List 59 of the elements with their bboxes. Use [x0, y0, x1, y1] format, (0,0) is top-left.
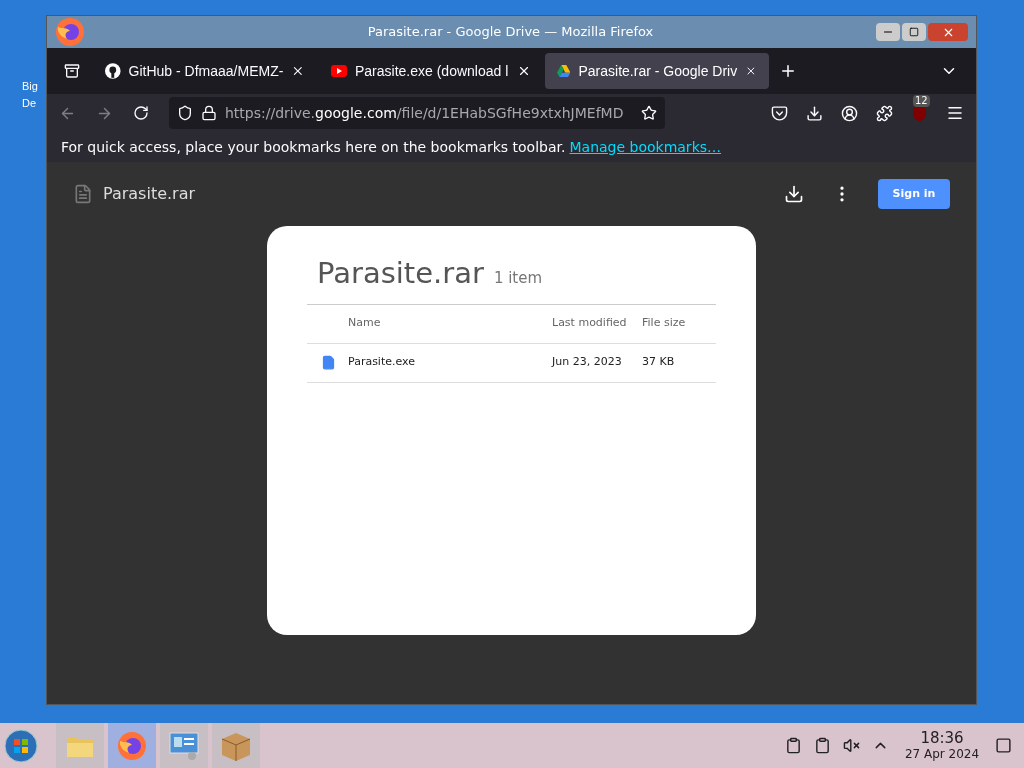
- fox-globe-icon: [55, 17, 85, 47]
- column-header: Name: [348, 315, 382, 332]
- archive-box-icon: [64, 63, 80, 79]
- file-name-cell-text: Parasite.exe: [348, 354, 417, 371]
- github-icon: [105, 63, 121, 79]
- file-icon: [73, 184, 93, 204]
- tab-title: Parasite.rar - Google Driv: [578, 61, 738, 81]
- clock-date: 27 Apr 2024: [904, 747, 980, 763]
- size-cell: 37 KB: [642, 354, 675, 371]
- taskbar-app-button[interactable]: [108, 723, 156, 768]
- browser-tab[interactable]: Parasite.exe (download l: [319, 53, 543, 89]
- monitor-icon: [168, 730, 200, 761]
- fox-globe-icon: [117, 730, 147, 761]
- browser-tab[interactable]: Parasite.rar - Google Driv: [545, 53, 769, 89]
- muted-speaker-icon[interactable]: [843, 737, 860, 754]
- video-play-icon: [331, 65, 347, 77]
- close-tab-icon[interactable]: [291, 64, 305, 78]
- star-icon[interactable]: [641, 105, 657, 121]
- clock-time: 18:36: [920, 728, 964, 748]
- window-title: Parasite.rar - Google Drive — Mozilla Firefox: [366, 23, 655, 42]
- lock-icon: [201, 105, 217, 121]
- tab-title: Parasite.exe (download l: [355, 61, 509, 81]
- new-tab-icon[interactable]: [779, 62, 797, 80]
- clipboard-icon[interactable]: [785, 737, 802, 754]
- shield-icon: [177, 105, 193, 121]
- puzzle-icon[interactable]: [876, 104, 893, 122]
- download-icon[interactable]: [784, 184, 804, 204]
- clock[interactable]: 18:36 27 Apr 2024: [901, 728, 983, 763]
- minimize-button[interactable]: [876, 23, 900, 41]
- archive-title: Parasite.rar: [317, 255, 484, 292]
- maximize-button[interactable]: [902, 23, 926, 41]
- manage-bookmarks-link[interactable]: Manage bookmarks…: [569, 136, 722, 158]
- address-bar[interactable]: https://drive.google.com/file/d/1EHabSGfHe9xtxhJMEfMD: [169, 97, 665, 129]
- column-header: File size: [642, 315, 686, 332]
- browser-tab[interactable]: GitHub - Dfmaaa/MEMZ-: [93, 53, 317, 89]
- file-row[interactable]: Parasite.exe Jun 23, 2023 37 KB: [307, 343, 716, 383]
- maximize-icon: [909, 27, 919, 37]
- download-icon[interactable]: [806, 104, 823, 122]
- file-name: Parasite.rar: [103, 183, 196, 205]
- date-cell-text: Jun 23, 2023: [552, 354, 623, 371]
- tab-title: GitHub - Dfmaaa/MEMZ-: [128, 61, 284, 81]
- reload-icon[interactable]: [133, 105, 149, 121]
- pocket-icon[interactable]: [771, 104, 788, 122]
- cardboard-box-icon: [220, 730, 252, 761]
- menu-icon[interactable]: [946, 104, 964, 122]
- desktop-icon-label[interactable]: Big De: [22, 78, 44, 112]
- item-count: 1 item: [493, 268, 543, 289]
- document-icon: [321, 355, 336, 370]
- close-tab-icon[interactable]: [517, 64, 531, 78]
- bookmarks-hint: For quick access, place your bookmarks here on the bookmarks toolbar.: [61, 137, 566, 157]
- extension-badge: 12: [913, 94, 930, 107]
- column-header: Last modified: [552, 315, 628, 332]
- account-icon[interactable]: [841, 104, 858, 122]
- notes-icon[interactable]: [814, 737, 831, 754]
- start-orb-icon[interactable]: [4, 728, 38, 763]
- url-text: https://drive.google.com/file/d/1EHabSGfHe9xtxhJMEfMD: [225, 103, 625, 123]
- show-desktop-icon[interactable]: [995, 737, 1012, 754]
- close-button[interactable]: [928, 23, 968, 41]
- triangle-logo-icon: [557, 64, 571, 78]
